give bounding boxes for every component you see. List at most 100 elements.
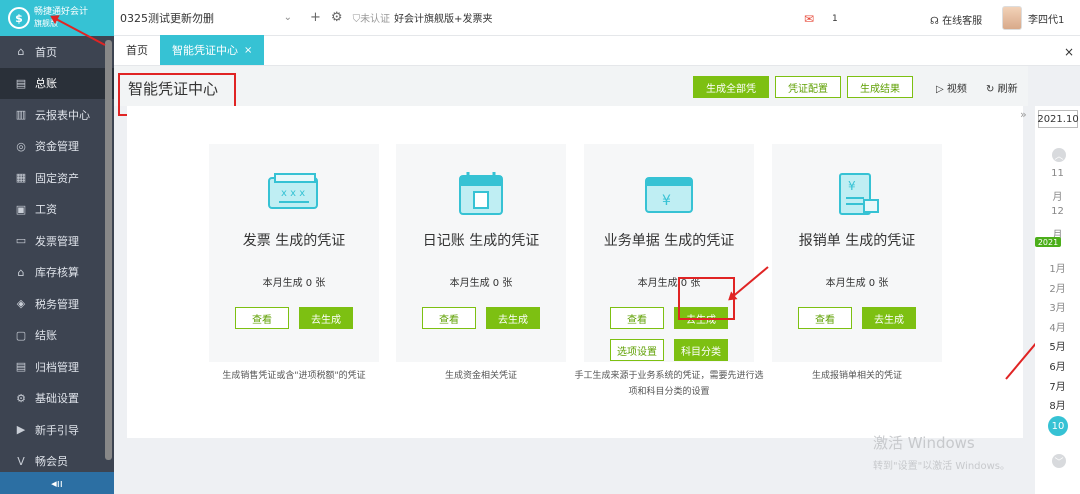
chart-icon: ▥ <box>15 108 27 122</box>
online-service-link[interactable]: ☊ 在线客服 <box>930 12 982 27</box>
wallet-icon: ¥ <box>640 170 698 218</box>
card-desc: 生成销售凭证或含"进项税额"的凭证 <box>222 371 366 381</box>
generate-all-button[interactable]: 生成全部凭 <box>693 76 769 98</box>
logo-icon: $ <box>8 7 30 29</box>
selected-month[interactable]: 10 <box>1048 416 1068 436</box>
sidebar-item-12[interactable]: ▶ 新手引导 <box>0 414 114 446</box>
sidebar: $ 畅捷通好会计 旗舰版 ⌂ 首页 ▤ 总账 ▥ 云报表中心 ◎ 资金管理 ▦ 固定资产 ▣ 工资 ▭ 发… <box>0 0 114 494</box>
month-item[interactable]: 3月 <box>1035 299 1080 314</box>
sidebar-item-11[interactable]: ⚙ 基础设置 <box>0 383 114 415</box>
vip-icon: V <box>17 454 25 468</box>
sidebar-item-4[interactable]: ▦ 固定资产 <box>0 162 114 194</box>
guide-icon: ▶ <box>16 423 26 437</box>
refresh-icon: ↻ <box>986 84 995 95</box>
online-service-label: 在线客服 <box>942 16 983 27</box>
sidebar-collapse-button[interactable]: ◂ıı <box>0 472 114 494</box>
sidebar-item-label: 结账 <box>35 329 57 343</box>
fund-icon: ◎ <box>16 139 26 153</box>
generate-button[interactable]: 去生成 <box>299 307 353 329</box>
view-button[interactable]: 查看 <box>798 307 852 329</box>
sidebar-item-label: 总账 <box>35 77 57 91</box>
month-item[interactable]: 5月 <box>1035 338 1080 353</box>
close-all-tabs-icon[interactable]: × <box>1064 45 1074 59</box>
sidebar-item-label: 基础设置 <box>35 392 79 406</box>
account-classify-button[interactable]: 科目分类 <box>674 339 728 361</box>
sidebar-scrollbar[interactable] <box>105 40 112 460</box>
option-settings-button[interactable]: 选项设置 <box>610 339 664 361</box>
card-count: 本月生成 0 张 <box>449 278 513 289</box>
collapse-right-icon[interactable]: » <box>1020 108 1027 121</box>
tab-home-label: 首页 <box>126 44 148 57</box>
ledger-icon: ▤ <box>15 76 27 90</box>
watermark-subtitle: 转到"设置"以激活 Windows。 <box>873 461 1011 472</box>
closing-icon: ▢ <box>15 328 27 342</box>
view-button[interactable]: 查看 <box>235 307 289 329</box>
sidebar-item-6[interactable]: ▭ 发票管理 <box>0 225 114 257</box>
plan-label: 好会计旗舰版+发票夹 <box>394 14 493 25</box>
card-title: 发票 生成的凭证 <box>242 233 346 249</box>
sidebar-item-3[interactable]: ◎ 资金管理 <box>0 131 114 163</box>
calendar-icon <box>452 170 510 218</box>
user-menu[interactable]: 李四代1 <box>1002 6 1064 30</box>
sidebar-item-label: 固定资产 <box>35 171 79 185</box>
sidebar-item-label: 云报表中心 <box>35 108 90 122</box>
play-icon: ▷ <box>936 84 944 95</box>
sidebar-item-10[interactable]: ▤ 归档管理 <box>0 351 114 383</box>
card-expense: ¥ 报销单 生成的凭证 本月生成 0 张 查看 去生成 <box>772 144 942 362</box>
tab-bar: 首页 智能凭证中心 × × <box>114 35 1080 66</box>
archive-icon: ▤ <box>15 360 27 374</box>
company-select[interactable]: 0325测试更新勿删 ⌄ <box>120 10 300 26</box>
month-item[interactable]: 8月 <box>1035 397 1080 412</box>
invoice-icon: x x x <box>265 170 323 218</box>
sidebar-item-label: 工资 <box>35 203 57 217</box>
month-prev-11[interactable]: 11 <box>1035 168 1080 179</box>
main-content: x x x 发票 生成的凭证 本月生成 0 张 查看 去生成 生成销售凭证或含"… <box>127 106 1023 438</box>
avatar <box>1002 6 1022 30</box>
sidebar-item-label: 资金管理 <box>35 140 79 154</box>
sidebar-item-1[interactable]: ▤ 总账 <box>0 67 114 99</box>
sidebar-item-5[interactable]: ▣ 工资 <box>0 194 114 226</box>
month-item[interactable]: 6月 <box>1035 358 1080 373</box>
scroll-up-icon[interactable]: ︿ <box>1052 148 1066 162</box>
video-link[interactable]: ▷ 视频 <box>936 80 967 95</box>
sidebar-item-2[interactable]: ▥ 云报表中心 <box>0 99 114 131</box>
sidebar-item-label: 库存核算 <box>35 266 79 280</box>
close-icon[interactable]: × <box>244 45 252 56</box>
refresh-label: 刷新 <box>997 84 1018 95</box>
logo-title: 畅捷通好会计 <box>34 7 89 17</box>
sidebar-item-8[interactable]: ◈ 税务管理 <box>0 288 114 320</box>
voucher-config-button[interactable]: 凭证配置 <box>775 76 841 98</box>
month-item[interactable]: 2月 <box>1035 280 1080 295</box>
watermark-title: 激活 Windows <box>873 434 975 452</box>
scroll-down-icon[interactable]: ﹀ <box>1052 454 1066 468</box>
tab-home[interactable]: 首页 <box>114 35 160 65</box>
month-item[interactable]: 1月 <box>1035 260 1080 275</box>
sidebar-item-label: 首页 <box>35 45 57 59</box>
card-count: 本月生成 0 张 <box>262 278 326 289</box>
message-count: 1 <box>832 14 838 24</box>
card-desc: 手工生成来源于业务系统的凭证，需要先进行选项和科目分类的设置 <box>574 371 764 397</box>
tab-voucher-center[interactable]: 智能凭证中心 × <box>160 35 265 65</box>
certification-status[interactable]: ⛉未认证 <box>353 10 391 25</box>
refresh-link[interactable]: ↻ 刷新 <box>986 80 1018 95</box>
message-icon[interactable]: ✉ <box>804 12 814 26</box>
generate-button[interactable]: 去生成 <box>486 307 540 329</box>
month-item[interactable]: 7月 <box>1035 378 1080 393</box>
card-desc: 生成报销单相关的凭证 <box>811 371 902 381</box>
gear-icon[interactable]: ⚙ <box>331 10 343 25</box>
month-item[interactable]: 4月 <box>1035 319 1080 334</box>
page-header: 智能凭证中心 生成全部凭 凭证配置 生成结果 ▷ 视频 ↻ 刷新 <box>114 66 1028 106</box>
salary-icon: ▣ <box>15 202 27 216</box>
view-button[interactable]: 查看 <box>422 307 476 329</box>
month-prev-12[interactable]: 12 <box>1035 206 1080 217</box>
sidebar-item-9[interactable]: ▢ 结账 <box>0 320 114 352</box>
card-business-doc: ¥ 业务单据 生成的凭证 本月生成 0 张 查看 去生成 选项设置 科目分类 <box>584 144 754 362</box>
add-icon[interactable]: + <box>310 10 321 25</box>
generate-button[interactable]: 去生成 <box>862 307 916 329</box>
headset-icon: ☊ <box>930 16 939 27</box>
settings-icon: ⚙ <box>16 391 26 405</box>
view-button[interactable]: 查看 <box>610 307 664 329</box>
generate-result-button[interactable]: 生成结果 <box>847 76 913 98</box>
current-period[interactable]: 2021.10 <box>1037 110 1079 128</box>
sidebar-item-7[interactable]: ⌂ 库存核算 <box>0 257 114 289</box>
